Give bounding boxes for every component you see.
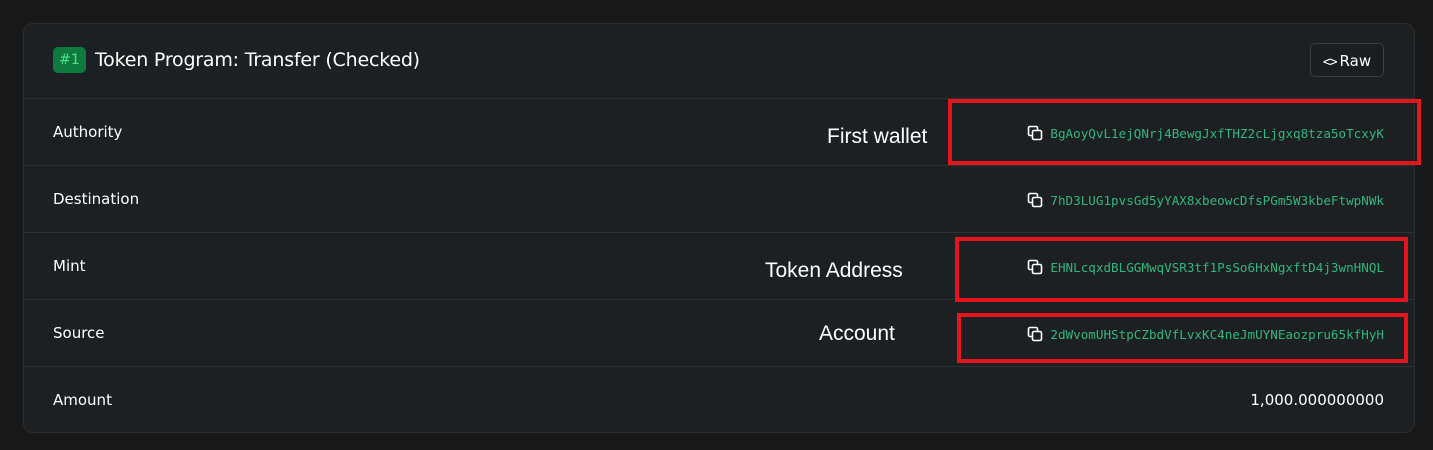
highlight-box-mint [955,237,1408,302]
row-label: Authority [53,123,123,141]
annotation-first-wallet: First wallet [827,125,928,148]
row-label: Source [53,324,105,342]
address-link[interactable]: 7hD3LUG1pvsGd5yYAX8xbeowcDfsPGm5W3kbeFtw… [1026,190,1384,210]
row-label: Amount [53,391,112,409]
code-icon: <> [1322,55,1338,70]
amount-value: 1,000.000000000 [1250,391,1384,409]
highlight-box-authority [948,99,1421,165]
instruction-title: Token Program: Transfer (Checked) [95,49,420,71]
instruction-card: #1 Token Program: Transfer (Checked) <> R… [23,23,1415,433]
row-label: Destination [53,190,140,208]
raw-button-label: Raw [1339,52,1372,70]
copy-icon[interactable] [1026,191,1044,209]
annotation-account: Account [819,322,895,345]
card-header: #1 Token Program: Transfer (Checked) <> R… [24,24,1414,99]
address-text[interactable]: 7hD3LUG1pvsGd5yYAX8xbeowcDfsPGm5W3kbeFtw… [1050,193,1384,208]
instruction-index-badge: #1 [53,47,86,73]
row-amount: Amount 1,000.000000000 [24,367,1414,432]
row-destination: Destination 7hD3LUG1pvsGd5yYAX8xbeowcDfs… [24,166,1414,233]
raw-button[interactable]: <> Raw [1310,43,1384,77]
annotation-token-address: Token Address [765,259,903,282]
row-label: Mint [53,257,86,275]
highlight-box-source [957,313,1408,363]
